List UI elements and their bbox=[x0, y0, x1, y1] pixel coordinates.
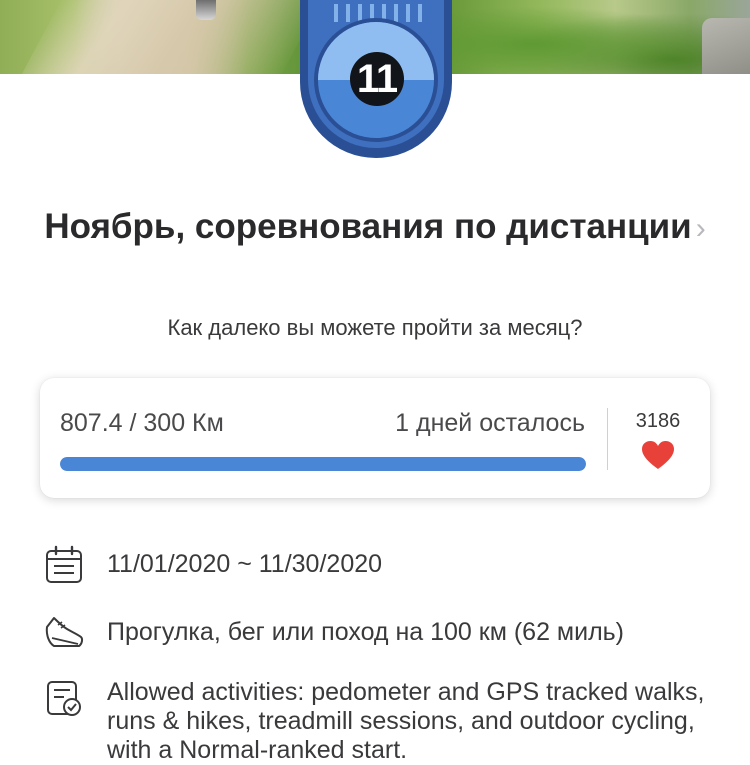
like-count: 3186 bbox=[635, 410, 681, 432]
date-range-text: 11/01/2020 ~ 11/30/2020 bbox=[107, 550, 383, 578]
progress-bar bbox=[60, 457, 586, 471]
challenge-title: Ноябрь, соревнования по дистанции bbox=[44, 207, 692, 246]
challenge-badge: 11 bbox=[300, 0, 452, 161]
days-left-text: 1 дней осталось bbox=[395, 409, 585, 437]
distance-progress-text: 807.4 / 300 Км bbox=[60, 409, 224, 437]
calendar-icon bbox=[46, 545, 82, 583]
chevron-right-icon: › bbox=[695, 212, 706, 245]
card-divider bbox=[607, 408, 608, 470]
hero-rock bbox=[702, 18, 750, 74]
challenge-subtitle: Как далеко вы можете пройти за месяц? bbox=[167, 315, 583, 340]
goal-text: Прогулка, бег или поход на 100 км (62 ми… bbox=[107, 618, 625, 646]
challenge-title-link[interactable]: Ноябрь, соревнования по дистанции › bbox=[0, 203, 750, 252]
checklist-icon bbox=[47, 681, 81, 716]
hero-dirt-path bbox=[13, 0, 327, 74]
activities-text: Allowed activities: pedometer and GPS tr… bbox=[107, 678, 705, 764]
hero-walker bbox=[196, 0, 216, 20]
progress-bar-fill bbox=[60, 457, 586, 471]
heart-icon[interactable] bbox=[641, 440, 675, 470]
sneaker-icon bbox=[45, 617, 84, 647]
badge-number: 11 bbox=[350, 52, 404, 106]
progress-card: 807.4 / 300 Км 1 дней осталось 3186 bbox=[40, 378, 710, 498]
